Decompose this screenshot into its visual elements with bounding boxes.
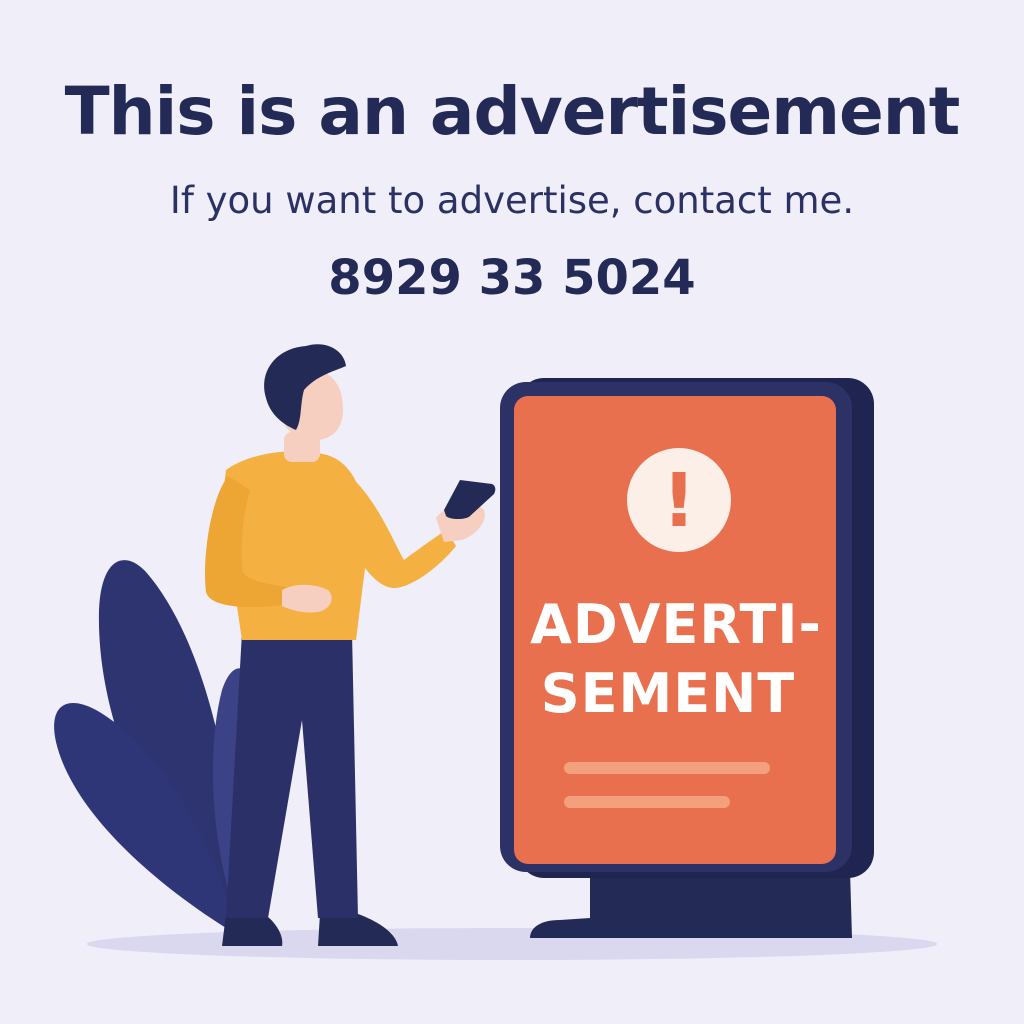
sign-placeholder-line2	[564, 796, 730, 808]
pants	[226, 632, 358, 918]
billboard-stand	[530, 870, 852, 938]
sign-placeholder-line1	[564, 762, 770, 774]
left-shoe	[222, 914, 283, 946]
person	[204, 344, 496, 946]
advertisement-poster: This is an advertisement If you want to …	[0, 0, 1024, 1024]
illustration: ! ADVERTI- SEMENT	[54, 344, 937, 960]
alert-glyph: !	[662, 458, 696, 544]
sign-text-line2: SEMENT	[541, 662, 795, 725]
phone-device	[444, 480, 496, 519]
billboard: ! ADVERTI- SEMENT	[500, 378, 874, 938]
sign-text-line1: ADVERTI-	[530, 593, 822, 656]
left-hand	[282, 584, 332, 613]
right-shoe	[318, 914, 398, 946]
